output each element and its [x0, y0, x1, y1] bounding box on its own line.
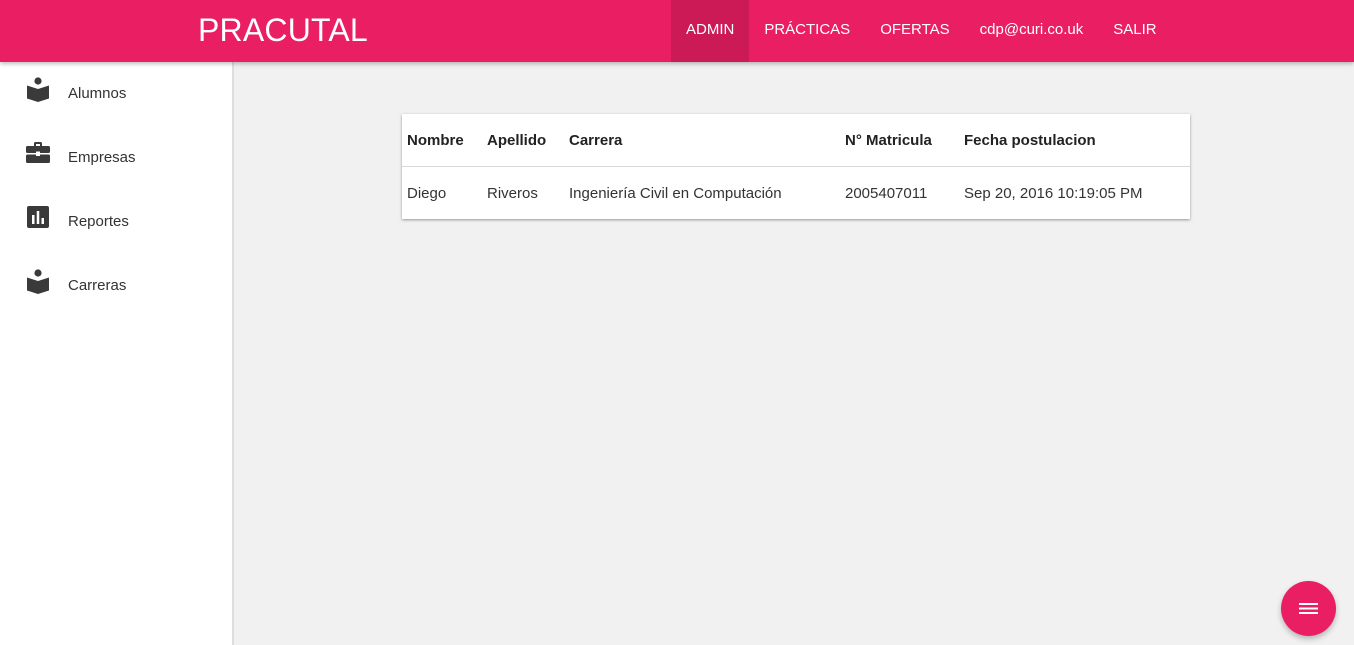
menu-icon	[1299, 603, 1318, 614]
nav-item-user-email[interactable]: cdp@curi.co.uk	[965, 0, 1099, 62]
applications-table-card: Nombre Apellido Carrera N° Matricula Fec…	[402, 114, 1190, 219]
sidebar-item-label: Carreras	[68, 277, 127, 294]
menu-fab-button[interactable]	[1281, 581, 1336, 636]
cell-fecha-postulacion: Sep 20, 2016 10:19:05 PM	[964, 184, 1143, 202]
cell-matricula: 2005407011	[845, 184, 928, 202]
table-row[interactable]: Diego Riveros Ingeniería Civil en Comput…	[402, 167, 1190, 220]
bar-chart-icon	[25, 204, 51, 230]
sidebar-item-reportes[interactable]: Reportes	[0, 190, 232, 254]
applications-table: Nombre Apellido Carrera N° Matricula Fec…	[402, 114, 1190, 219]
cell-carrera: Ingeniería Civil en Computación	[569, 184, 782, 202]
column-header-fecha-postulacion: Fecha postulacion	[959, 114, 1190, 167]
nav-item-salir[interactable]: SALIR	[1098, 0, 1171, 62]
column-header-nombre: Nombre	[402, 114, 482, 167]
reader-icon	[25, 76, 51, 102]
table-header-row: Nombre Apellido Carrera N° Matricula Fec…	[402, 114, 1190, 167]
sidebar: Alumnos Empresas Reportes Carreras	[0, 62, 234, 645]
nav-item-admin[interactable]: ADMIN	[671, 0, 750, 62]
sidebar-item-carreras[interactable]: Carreras	[0, 254, 232, 318]
brand-title[interactable]: PRACUTAL	[198, 11, 368, 49]
sidebar-item-label: Empresas	[68, 149, 136, 166]
sidebar-item-label: Alumnos	[68, 85, 127, 102]
column-header-carrera: Carrera	[564, 114, 840, 167]
column-header-matricula: N° Matricula	[840, 114, 959, 167]
top-app-bar: PRACUTAL ADMIN PRÁCTICAS OFERTAS cdp@cur…	[0, 0, 1354, 62]
cell-nombre: Diego	[407, 184, 447, 202]
sidebar-item-alumnos[interactable]: Alumnos	[0, 62, 232, 126]
nav-item-practicas[interactable]: PRÁCTICAS	[749, 0, 865, 62]
nav-item-ofertas[interactable]: OFERTAS	[865, 0, 964, 62]
column-header-apellido: Apellido	[482, 114, 564, 167]
cell-apellido: Riveros	[487, 184, 538, 202]
briefcase-icon	[25, 140, 51, 166]
reader-icon	[25, 268, 51, 294]
sidebar-item-empresas[interactable]: Empresas	[0, 126, 232, 190]
top-nav: ADMIN PRÁCTICAS OFERTAS cdp@curi.co.uk S…	[671, 0, 1172, 62]
sidebar-item-label: Reportes	[68, 213, 129, 230]
